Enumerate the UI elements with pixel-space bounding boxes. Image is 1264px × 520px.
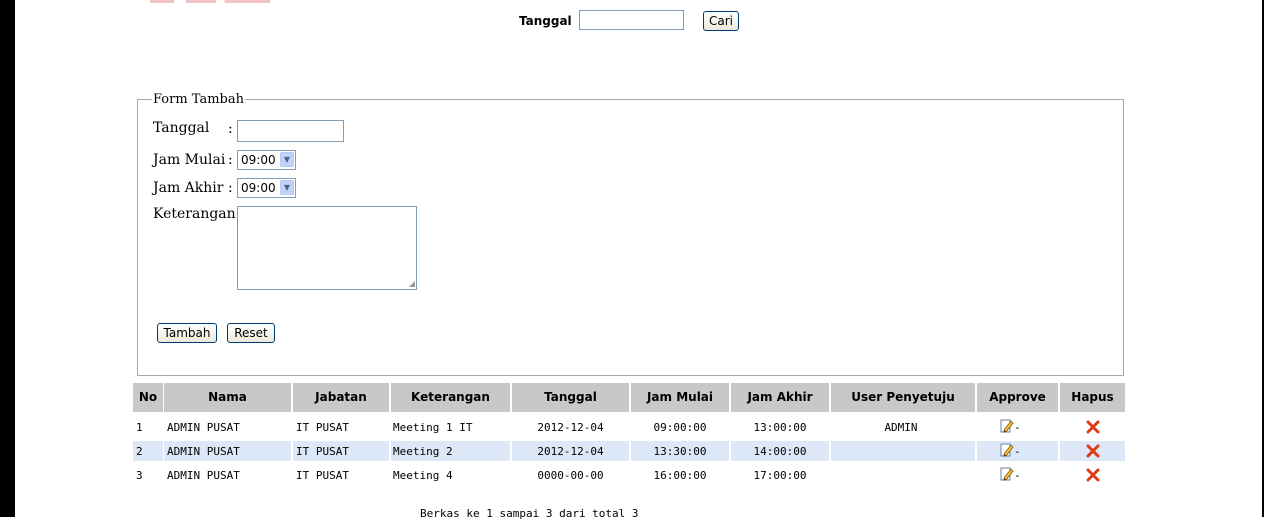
chevron-down-icon[interactable]: ▼ [280,180,294,195]
search-date-label: Tanggal [519,14,572,28]
header-hapus: Hapus [1060,383,1125,412]
cell-nama: ADMIN PUSAT [167,421,240,434]
header-tanggal: Tanggal [512,383,629,412]
cell-keterangan: Meeting 4 [393,469,453,482]
chevron-down-icon[interactable]: ▼ [280,152,294,167]
edit-pencil-icon[interactable] [1000,443,1014,457]
jam-mulai-colon: : [228,152,233,168]
cell-no: 1 [136,421,143,434]
reset-button[interactable]: Reset [227,323,275,343]
edit-pencil-icon[interactable] [1000,419,1014,433]
cell-nama: ADMIN PUSAT [167,445,240,458]
delete-x-icon[interactable] [1086,468,1100,482]
jam-akhir-label: Jam Akhir [153,180,224,196]
keterangan-label: Keterangan : [153,206,245,222]
keterangan-textarea[interactable]: ◢ [237,206,417,290]
jam-mulai-value: 09:00 [241,153,276,167]
jam-mulai-select[interactable]: 09:00 ▼ [237,150,296,170]
cell-tanggal: 2012-12-04 [537,421,604,434]
row-separator [389,441,391,461]
header-keterangan: Keterangan [391,383,510,412]
jam-akhir-value: 09:00 [241,181,276,195]
cell-jabatan: IT PUSAT [296,421,349,434]
cell-jam-mulai: 13:30:00 [653,445,707,458]
search-date-input[interactable] [579,10,684,30]
jam-akhir-select[interactable]: 09:00 ▼ [237,178,296,198]
tanggal-label: Tanggal [153,120,210,136]
resize-grip-icon[interactable]: ◢ [409,280,415,288]
cell-tanggal: 2012-12-04 [537,445,604,458]
delete-x-icon[interactable] [1086,420,1100,434]
cell-tanggal: 0000-00-00 [537,469,604,482]
cell-jabatan: IT PUSAT [296,469,349,482]
approve-dash: - [1014,445,1021,458]
row-separator [975,441,977,461]
tanggal-colon: : [228,121,233,137]
search-button[interactable]: Cari [703,11,739,31]
tambah-button[interactable]: Tambah [157,323,217,343]
jam-akhir-colon: : [228,180,233,196]
cell-jam-mulai: 16:00:00 [653,469,707,482]
row-separator [1058,441,1060,461]
cell-keterangan: Meeting 2 [393,445,453,458]
cell-jam-akhir: 17:00:00 [753,469,807,482]
row-separator [291,441,293,461]
cell-jam-akhir: 13:00:00 [753,421,807,434]
cell-jam-akhir: 14:00:00 [753,445,807,458]
cell-no: 3 [136,469,143,482]
header-user-penyetuju: User Penyetuju [831,383,975,412]
delete-x-icon[interactable] [1086,444,1100,458]
form-legend: Form Tambah [152,92,245,107]
row-separator [829,441,831,461]
tanggal-input[interactable] [237,120,344,142]
cell-jam-mulai: 09:00:00 [653,421,707,434]
approve-dash: - [1014,469,1021,482]
jam-mulai-label: Jam Mulai [153,152,226,168]
cell-keterangan: Meeting 1 IT [393,421,473,434]
header-nama: Nama [164,383,291,412]
left-border [0,0,15,517]
row-separator [163,441,164,461]
header-jabatan: Jabatan [293,383,389,412]
logo-fragment [150,0,270,3]
cell-jabatan: IT PUSAT [296,445,349,458]
cell-no: 2 [136,445,143,458]
header-jam-mulai: Jam Mulai [631,383,729,412]
header-approve: Approve [977,383,1058,412]
header-jam-akhir: Jam Akhir [731,383,829,412]
approve-dash: - [1014,421,1021,434]
cell-user-penyetuju: ADMIN [884,421,918,434]
pagination-info: Berkas ke 1 sampai 3 dari total 3 [420,507,639,520]
header-no: No [133,383,163,412]
cell-nama: ADMIN PUSAT [167,469,240,482]
edit-pencil-icon[interactable] [1000,467,1014,481]
